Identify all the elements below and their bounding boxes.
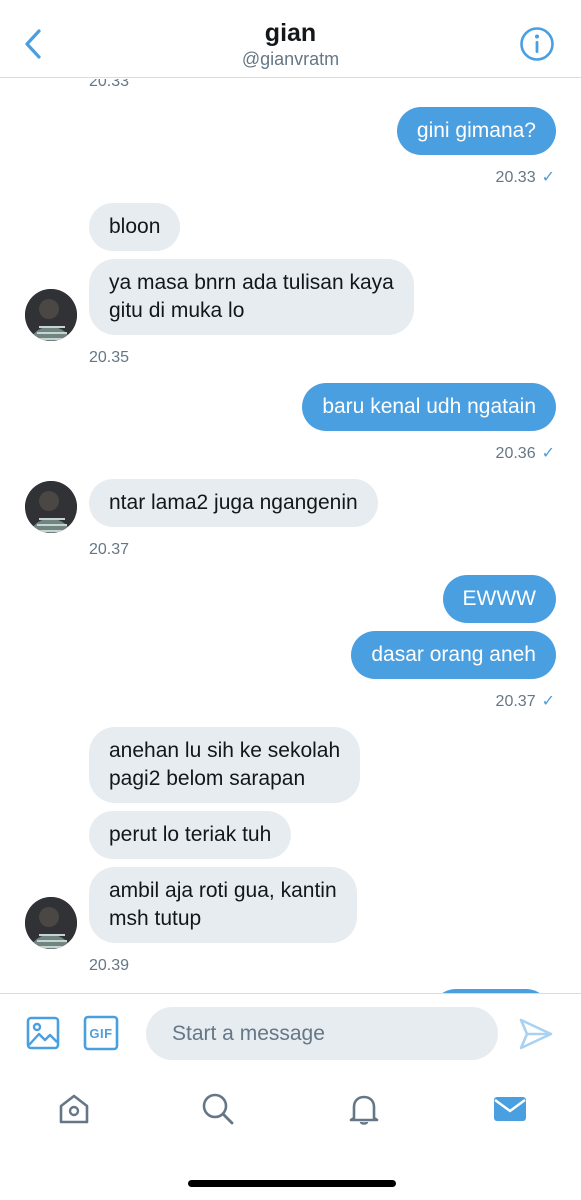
message-input[interactable]	[146, 1007, 498, 1060]
received-message[interactable]: ambil aja roti gua, kantin msh tutup	[89, 867, 357, 943]
sent-message[interactable]: EWWW	[442, 575, 556, 623]
add-gif-button[interactable]: GIF	[83, 1015, 119, 1051]
message-text-line: msh tutup	[109, 907, 202, 930]
sent-check-icon: ✓	[541, 445, 555, 462]
tab-search[interactable]	[200, 1091, 236, 1127]
send-button[interactable]	[517, 1016, 555, 1052]
bell-icon	[349, 1095, 379, 1125]
gif-label: GIF	[89, 1025, 113, 1041]
message-timestamp: 20.37 ✓	[496, 693, 555, 711]
message-composer: GIF	[0, 993, 581, 1073]
message-text: gini gimana?	[416, 119, 536, 142]
message-timestamp: 20.33	[89, 79, 130, 90]
message-text: bloon	[109, 215, 161, 238]
message-text: perut lo teriak tuh	[109, 823, 272, 846]
sent-check-icon: ✓	[541, 693, 555, 710]
avatar-photo	[25, 481, 77, 533]
image-icon	[26, 1016, 60, 1050]
tab-messages[interactable]	[491, 1091, 529, 1127]
send-icon	[519, 1018, 553, 1050]
home-icon	[59, 1094, 89, 1124]
message-timestamp: 20.36 ✓	[496, 445, 555, 463]
received-message[interactable]: bloon	[89, 203, 181, 251]
message-timestamp: 20.35	[89, 349, 130, 366]
avatar-photo	[25, 289, 77, 341]
message-timestamp: 20.39	[89, 957, 130, 974]
conversation-title: gian	[264, 19, 317, 47]
conversation-handle: @gianvratm	[241, 49, 340, 69]
timestamp-text: 20.37	[495, 693, 536, 710]
sent-message[interactable]: dasar orang aneh	[351, 631, 556, 679]
received-message[interactable]: ya masa bnrn ada tulisan kaya gitu di mu…	[89, 259, 414, 335]
received-message[interactable]: anehan lu sih ke sekolah pagi2 belom sar…	[89, 727, 361, 803]
message-text-line: ambil aja roti gua, kantin	[109, 879, 337, 902]
avatar[interactable]	[25, 481, 77, 533]
avatar[interactable]	[25, 897, 77, 949]
timestamp-text: 20.33	[495, 169, 536, 186]
sent-message[interactable]: gini gimana?	[396, 107, 556, 155]
message-text-line: anehan lu sih ke sekolah	[109, 739, 341, 762]
conversation-header: gian @gianvratm	[0, 0, 581, 78]
message-text: baru kenal udh ngatain	[322, 395, 536, 418]
info-button[interactable]	[519, 26, 555, 62]
message-text-line: gitu di muka lo	[109, 299, 245, 322]
sent-check-icon: ✓	[541, 169, 555, 186]
tab-home[interactable]	[56, 1091, 92, 1127]
conversation-title-area[interactable]: gian @gianvratm	[0, 18, 581, 70]
message-text: EWWW	[462, 587, 536, 610]
message-timestamp: 20.33 ✓	[496, 169, 555, 187]
avatar-photo	[25, 897, 77, 949]
home-indicator[interactable]	[188, 1180, 396, 1187]
message-text: dasar orang aneh	[371, 643, 536, 666]
message-text: ntar lama2 juga ngangenin	[109, 491, 358, 514]
message-text-line: pagi2 belom sarapan	[109, 767, 306, 790]
mail-icon	[494, 1097, 526, 1121]
message-text-line: ya masa bnrn ada tulisan kaya	[109, 271, 394, 294]
message-timestamp: 20.37	[89, 541, 130, 558]
search-icon	[202, 1093, 234, 1125]
received-message[interactable]: perut lo teriak tuh	[89, 811, 292, 859]
avatar[interactable]	[25, 289, 77, 341]
bottom-tab-bar	[0, 1073, 581, 1143]
info-icon	[520, 27, 554, 61]
sent-message[interactable]: baru kenal udh ngatain	[302, 383, 556, 431]
add-image-button[interactable]	[25, 1015, 61, 1051]
timestamp-text: 20.36	[495, 445, 536, 462]
tab-notifications[interactable]	[346, 1091, 382, 1127]
received-message[interactable]: ntar lama2 juga ngangenin	[89, 479, 378, 527]
message-thread[interactable]: 20.33 gini gimana? 20.33 ✓ bloon ya masa…	[0, 79, 581, 993]
